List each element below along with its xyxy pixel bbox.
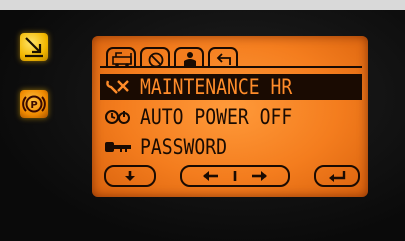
housing-edge [0, 0, 405, 10]
parking-brake-button[interactable]: P [20, 90, 48, 118]
wrench-icon [106, 80, 129, 94]
enter-icon [329, 171, 346, 182]
menu-item-maintenance-hr[interactable]: MAINTENANCE HR [100, 74, 362, 100]
power-timer-icon [105, 110, 130, 124]
lcd-screen: MAINTENANCE HR AUTO POWER OFF PASSWORD [92, 36, 368, 197]
svg-text:P: P [30, 100, 37, 111]
tab-divider [100, 66, 362, 68]
menu-item-password[interactable]: PASSWORD [100, 134, 362, 160]
tab-return[interactable] [208, 47, 238, 67]
tab-settings-dial[interactable] [140, 47, 170, 68]
left-right-arrows-icon [203, 171, 267, 181]
arrow-down-icon [125, 171, 135, 181]
tilt-button[interactable] [20, 33, 48, 61]
soft-button-enter[interactable] [314, 165, 360, 187]
key-icon [105, 142, 131, 152]
tab-operator[interactable] [174, 47, 204, 67]
parking-brake-icon: P [22, 95, 46, 113]
tilt-arrow-icon [25, 37, 43, 58]
menu-item-auto-power-off[interactable]: AUTO POWER OFF [100, 104, 362, 130]
menu-item-label: MAINTENANCE HR [140, 75, 293, 99]
menu-item-label: AUTO POWER OFF [140, 105, 293, 129]
menu-item-label: PASSWORD [140, 135, 227, 159]
soft-button-left-right[interactable] [180, 165, 290, 187]
tab-truck[interactable] [106, 47, 136, 67]
soft-button-down[interactable] [104, 165, 156, 187]
